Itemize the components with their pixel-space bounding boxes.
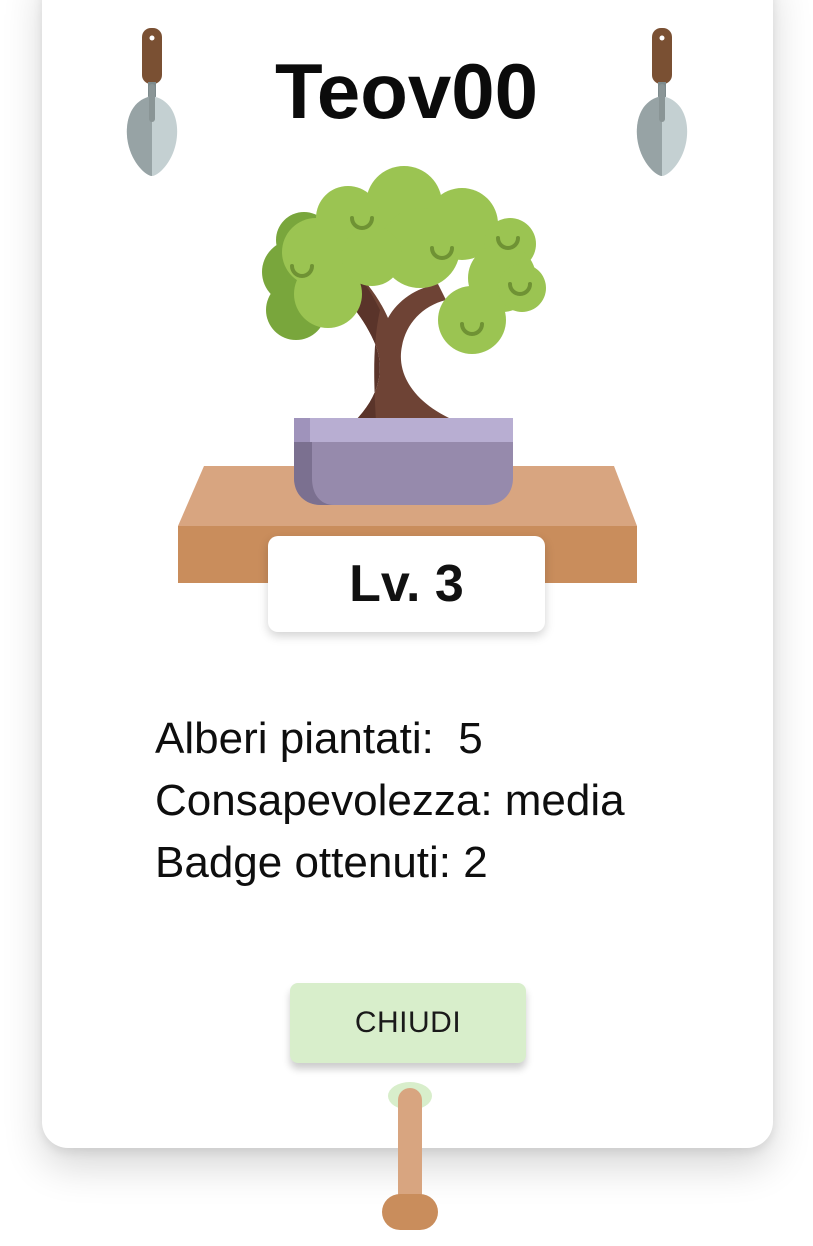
stat-value: media xyxy=(504,776,625,825)
stat-value: 2 xyxy=(463,838,488,887)
level-badge: Lv. 3 xyxy=(268,536,545,632)
stat-label: Alberi piantati: xyxy=(155,714,434,763)
close-button[interactable]: CHIUDI xyxy=(290,983,526,1063)
stats-list: Alberi piantati: 5 Consapevolezza: media… xyxy=(155,708,755,894)
profile-screen: Teov00 Lv. 3 Alberi piantati: 5 Consapev… xyxy=(0,0,813,1246)
stat-value: 5 xyxy=(458,714,483,763)
stat-awareness: Consapevolezza: media xyxy=(155,770,755,832)
stat-trees-planted: Alberi piantati: 5 xyxy=(155,708,755,770)
stat-label: Consapevolezza: xyxy=(155,776,493,825)
username-title: Teov00 xyxy=(274,47,539,135)
stat-label: Badge ottenuti: xyxy=(155,838,452,887)
stat-badges: Badge ottenuti: 2 xyxy=(155,832,755,894)
bonsai-tree-icon xyxy=(178,166,637,583)
handle-icon[interactable] xyxy=(380,1080,440,1236)
